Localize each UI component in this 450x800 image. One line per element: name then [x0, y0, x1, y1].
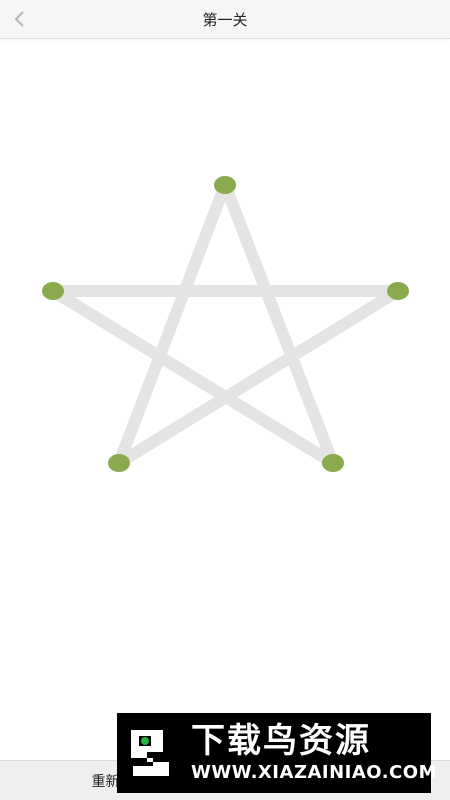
node-top[interactable]: [214, 176, 236, 194]
watermark-url: WWW.XIAZAINIAO.COM: [191, 762, 437, 783]
edge-top-bottom-left[interactable]: [113, 179, 231, 469]
edge-left-bottom-right[interactable]: [47, 285, 339, 469]
back-button[interactable]: [0, 0, 40, 38]
puzzle-canvas[interactable]: [0, 39, 450, 760]
bird-logo-icon: [131, 730, 169, 776]
watermark-banner: 下载鸟资源 WWW.XIAZAINIAO.COM: [117, 713, 436, 793]
chevron-left-icon: [14, 11, 24, 27]
puzzle-board[interactable]: [0, 39, 450, 760]
edge-top-bottom-right[interactable]: [219, 179, 339, 469]
game-screen: 第一关 重新开 下载鸟资源 WWW.XIAZAINIAO.COM: [0, 0, 450, 800]
node-bottom-right[interactable]: [322, 454, 344, 472]
edges-layer: [47, 179, 404, 469]
header-bar: 第一关: [0, 0, 450, 39]
edge-right-bottom-left[interactable]: [113, 285, 404, 469]
level-title: 第一关: [202, 10, 248, 29]
node-bottom-left[interactable]: [108, 454, 130, 472]
node-right[interactable]: [387, 282, 409, 300]
watermark-text: 下载鸟资源 WWW.XIAZAINIAO.COM: [191, 721, 437, 785]
watermark-name: 下载鸟资源: [191, 721, 371, 761]
node-left[interactable]: [42, 282, 64, 300]
